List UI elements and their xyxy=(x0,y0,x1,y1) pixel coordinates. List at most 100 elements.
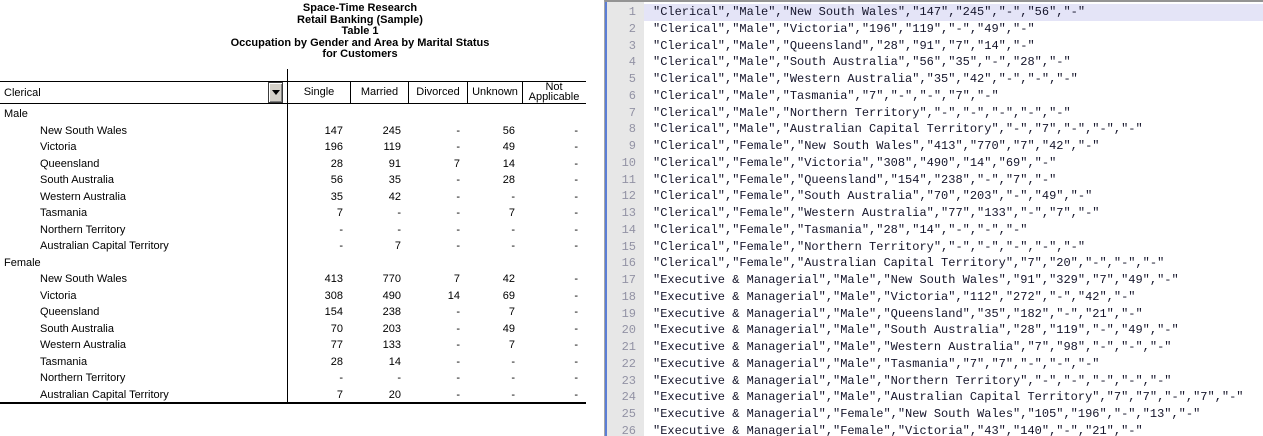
editor-line: 20"Executive & Managerial","Male","South… xyxy=(607,322,1263,339)
row-label[interactable]: Victoria xyxy=(0,290,287,302)
cell-value: - xyxy=(522,158,585,170)
cell-value: - xyxy=(522,306,585,318)
column-header-single[interactable]: Single xyxy=(287,81,350,103)
table-row: Tasmania7--7- xyxy=(0,205,586,222)
editor-line: 6"Clerical","Male","Tasmania","7","-","-… xyxy=(607,88,1263,105)
editor-lines: 1"Clerical","Male","New South Wales","14… xyxy=(607,4,1263,436)
editor-line-text[interactable]: "Clerical","Female","Victoria","308","49… xyxy=(644,155,1263,172)
row-label[interactable]: Australian Capital Territory xyxy=(0,389,287,401)
row-label[interactable]: Australian Capital Territory xyxy=(0,240,287,252)
editor-line: 16"Clerical","Female","Australian Capita… xyxy=(607,255,1263,272)
cell-value: - xyxy=(467,191,522,203)
line-number: 2 xyxy=(607,21,644,38)
editor-line-text[interactable]: "Executive & Managerial","Male","South A… xyxy=(644,322,1263,339)
editor-line-text[interactable]: "Clerical","Male","Queensland","28","91"… xyxy=(644,38,1263,55)
editor-line-text[interactable]: "Clerical","Female","Tasmania","28","14"… xyxy=(644,222,1263,239)
editor-line-text[interactable]: "Clerical","Male","Tasmania","7","-","-"… xyxy=(644,88,1263,105)
row-label[interactable]: New South Wales xyxy=(0,125,287,137)
line-number: 16 xyxy=(607,255,644,272)
editor-line-text[interactable]: "Executive & Managerial","Female","New S… xyxy=(644,406,1263,423)
editor-line: 19"Executive & Managerial","Male","Queen… xyxy=(607,306,1263,323)
table-row: Queensland154238-7- xyxy=(0,304,586,321)
editor-line-text[interactable]: "Executive & Managerial","Male","New Sou… xyxy=(644,272,1263,289)
row-label[interactable]: South Australia xyxy=(0,174,287,186)
cell-value: - xyxy=(522,174,585,186)
cell-value: 28 xyxy=(287,356,350,368)
editor-line-text[interactable]: "Clerical","Male","New South Wales","147… xyxy=(644,4,1263,21)
row-label[interactable]: Tasmania xyxy=(0,356,287,368)
line-number: 19 xyxy=(607,306,644,323)
column-header-married[interactable]: Married xyxy=(350,81,408,103)
cell-value: 133 xyxy=(350,339,408,351)
cell-value: - xyxy=(522,273,585,285)
editor-line-text[interactable]: "Executive & Managerial","Male","Norther… xyxy=(644,373,1263,390)
row-label[interactable]: Northern Territory xyxy=(0,224,287,236)
editor-line-text[interactable]: "Executive & Managerial","Female","Victo… xyxy=(644,423,1263,436)
row-label[interactable]: Western Australia xyxy=(0,191,287,203)
row-label[interactable]: Western Australia xyxy=(0,339,287,351)
editor-line-text[interactable]: "Clerical","Male","Western Australia","3… xyxy=(644,71,1263,88)
cell-value: 7 xyxy=(408,158,467,170)
table-row: Northern Territory----- xyxy=(0,222,586,239)
cell-value: 70 xyxy=(287,323,350,335)
editor-line-text[interactable]: "Executive & Managerial","Male","Austral… xyxy=(644,389,1263,406)
group-row: Female xyxy=(0,255,586,272)
column-header-unknown[interactable]: Unknown xyxy=(467,81,522,103)
occupation-dropdown-value: Clerical xyxy=(4,87,41,99)
cell-value: 35 xyxy=(287,191,350,203)
editor-line-text[interactable]: "Clerical","Male","Northern Territory","… xyxy=(644,105,1263,122)
table-row: Western Australia77133-7- xyxy=(0,337,586,354)
group-label[interactable]: Male xyxy=(0,108,287,120)
cell-value: - xyxy=(408,339,467,351)
column-header-divorced[interactable]: Divorced xyxy=(408,81,467,103)
editor-line-text[interactable]: "Executive & Managerial","Male","Queensl… xyxy=(644,306,1263,323)
column-header-not-applicable[interactable]: Not Applicable xyxy=(522,81,585,103)
cell-value: - xyxy=(287,224,350,236)
row-label[interactable]: Northern Territory xyxy=(0,372,287,384)
line-number: 12 xyxy=(607,188,644,205)
cell-value: 14 xyxy=(467,158,522,170)
row-label[interactable]: New South Wales xyxy=(0,273,287,285)
editor-line-text[interactable]: "Clerical","Male","South Australia","56"… xyxy=(644,54,1263,71)
editor-line-text[interactable]: "Clerical","Female","Western Australia",… xyxy=(644,205,1263,222)
cell-value: - xyxy=(408,207,467,219)
line-number: 25 xyxy=(607,406,644,423)
cell-value: - xyxy=(408,174,467,186)
row-label[interactable]: Queensland xyxy=(0,158,287,170)
row-label[interactable]: Tasmania xyxy=(0,207,287,219)
editor-line-text[interactable]: "Clerical","Female","Queensland","154","… xyxy=(644,172,1263,189)
cell-value: - xyxy=(467,356,522,368)
csv-editor-panel: 1"Clerical","Male","New South Wales","14… xyxy=(604,0,1263,436)
occupation-dropdown[interactable]: Clerical xyxy=(0,82,283,103)
editor-line: 9"Clerical","Female","New South Wales","… xyxy=(607,138,1263,155)
editor-line-text[interactable]: "Executive & Managerial","Male","Western… xyxy=(644,339,1263,356)
row-label[interactable]: South Australia xyxy=(0,323,287,335)
line-number: 23 xyxy=(607,373,644,390)
editor-line-text[interactable]: "Clerical","Male","Australian Capital Te… xyxy=(644,121,1263,138)
editor-line: 21"Executive & Managerial","Male","Weste… xyxy=(607,339,1263,356)
editor-line-text[interactable]: "Clerical","Female","South Australia","7… xyxy=(644,188,1263,205)
editor-line: 18"Executive & Managerial","Male","Victo… xyxy=(607,289,1263,306)
cell-value: 69 xyxy=(467,290,522,302)
line-number: 1 xyxy=(607,4,644,21)
line-number: 7 xyxy=(607,105,644,122)
editor-line-text[interactable]: "Clerical","Female","New South Wales","4… xyxy=(644,138,1263,155)
dropdown-arrow-button[interactable] xyxy=(268,82,283,103)
row-label[interactable]: Victoria xyxy=(0,141,287,153)
cell-value: 245 xyxy=(350,125,408,137)
chevron-down-icon xyxy=(272,90,280,95)
cell-value: - xyxy=(467,372,522,384)
editor-line: 22"Executive & Managerial","Male","Tasma… xyxy=(607,356,1263,373)
group-label[interactable]: Female xyxy=(0,257,287,269)
editor-line-text[interactable]: "Executive & Managerial","Male","Victori… xyxy=(644,289,1263,306)
editor-line-text[interactable]: "Clerical","Female","Australian Capital … xyxy=(644,255,1263,272)
editor-line-text[interactable]: "Clerical","Female","Northern Territory"… xyxy=(644,239,1263,256)
editor-line-text[interactable]: "Clerical","Male","Victoria","196","119"… xyxy=(644,21,1263,38)
cell-value: - xyxy=(408,191,467,203)
editor-line: 1"Clerical","Male","New South Wales","14… xyxy=(607,4,1263,21)
editor-line-text[interactable]: "Executive & Managerial","Male","Tasmani… xyxy=(644,356,1263,373)
table-row: Victoria196119-49- xyxy=(0,139,586,156)
row-label[interactable]: Queensland xyxy=(0,306,287,318)
line-number: 10 xyxy=(607,155,644,172)
cell-value: - xyxy=(408,389,467,401)
